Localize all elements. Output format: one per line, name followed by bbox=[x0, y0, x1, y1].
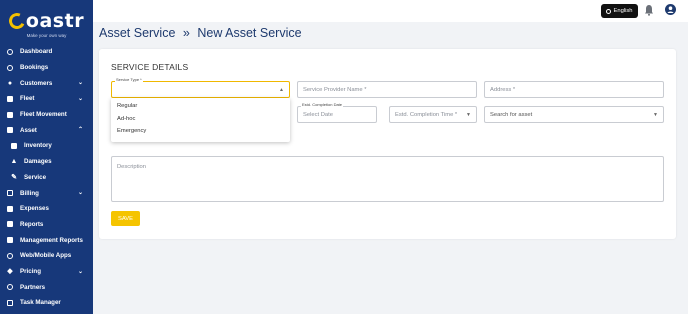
sidebar-item-label: Service bbox=[24, 173, 47, 181]
service-type-select[interactable]: ▲ bbox=[111, 81, 290, 98]
completion-date-placeholder: Select Date bbox=[303, 111, 333, 118]
sidebar-item-label: Damages bbox=[24, 158, 52, 166]
language-button[interactable]: English bbox=[601, 4, 638, 18]
sidebar-item-bookings[interactable]: Bookings bbox=[0, 60, 93, 76]
sidebar-item-label: Asset bbox=[20, 126, 37, 134]
page-title: Asset Service » New Asset Service bbox=[99, 26, 302, 40]
sidebar: oastr Make your own way Dashboard Bookin… bbox=[0, 0, 93, 314]
sidebar-item-label: Expenses bbox=[20, 205, 49, 213]
sidebar-item-damages[interactable]: ▲ Damages bbox=[0, 154, 93, 170]
service-provider-name-input[interactable]: Service Provider Name * bbox=[297, 81, 477, 98]
sidebar-item-label: Fleet bbox=[20, 95, 35, 103]
globe-icon bbox=[606, 8, 612, 14]
completion-time-select[interactable]: Estd. Completion Time * ▼ bbox=[389, 106, 477, 123]
sidebar-item-label: Dashboard bbox=[20, 48, 53, 56]
partners-icon bbox=[6, 283, 14, 291]
sidebar-item-label: Management Reports bbox=[20, 236, 83, 244]
service-type-label: Service Type * bbox=[115, 77, 143, 82]
sidebar-item-label: Partners bbox=[20, 283, 46, 291]
sidebar-item-label: Web/Mobile Apps bbox=[20, 252, 72, 260]
sidebar-item-partners[interactable]: Partners bbox=[0, 279, 93, 295]
sidebar-item-label: Inventory bbox=[24, 142, 52, 150]
option-emergency[interactable]: Emergency bbox=[111, 125, 290, 138]
chevron-down-icon: ⌄ bbox=[77, 96, 83, 103]
completion-time-placeholder: Estd. Completion Time * bbox=[395, 111, 458, 118]
description-placeholder: Description bbox=[117, 164, 146, 170]
chevron-up-icon: ⌃ bbox=[77, 127, 83, 134]
description-textarea[interactable]: Description bbox=[111, 156, 664, 202]
service-type-dropdown: Regular Ad-hoc Emergency bbox=[111, 98, 290, 142]
sidebar-item-label: Reports bbox=[20, 220, 44, 228]
sidebar-item-dashboard[interactable]: Dashboard bbox=[0, 44, 93, 60]
breadcrumb-parent[interactable]: Asset Service bbox=[99, 26, 175, 40]
brand-logo[interactable]: oastr Make your own way bbox=[0, 0, 93, 44]
fleet-movement-icon bbox=[6, 111, 14, 119]
address-placeholder: Address * bbox=[490, 86, 516, 93]
save-button[interactable]: SAVE bbox=[111, 211, 140, 226]
completion-date-input[interactable]: Select Date bbox=[297, 106, 377, 123]
sidebar-item-label: Task Manager bbox=[20, 299, 61, 307]
customers-icon: ● bbox=[7, 79, 13, 87]
inventory-icon bbox=[10, 142, 18, 150]
breadcrumb-separator: » bbox=[182, 26, 190, 40]
billing-icon bbox=[6, 189, 14, 197]
asset-icon bbox=[6, 126, 14, 134]
sidebar-item-customers[interactable]: ● Customers ⌄ bbox=[0, 75, 93, 91]
sidebar-item-label: Bookings bbox=[20, 64, 49, 72]
service-provider-name-placeholder: Service Provider Name * bbox=[303, 86, 367, 93]
task-manager-icon bbox=[6, 299, 14, 307]
management-reports-icon bbox=[6, 236, 14, 244]
section-title: SERVICE DETAILS bbox=[111, 62, 189, 72]
caret-down-icon: ▲ bbox=[279, 86, 284, 93]
caret-down-icon: ▼ bbox=[466, 111, 471, 118]
brand-tagline: Make your own way bbox=[26, 33, 67, 38]
fleet-icon bbox=[6, 95, 14, 103]
form-card bbox=[99, 49, 676, 239]
chevron-down-icon: ⌄ bbox=[77, 190, 83, 197]
sidebar-item-service[interactable]: ✎ Service bbox=[0, 170, 93, 186]
dashboard-icon bbox=[6, 48, 14, 56]
sidebar-item-label: Pricing bbox=[20, 267, 41, 275]
reports-icon bbox=[6, 220, 14, 228]
sidebar-item-pricing[interactable]: ◆ Pricing ⌄ bbox=[0, 264, 93, 280]
sidebar-item-management-reports[interactable]: Management Reports bbox=[0, 232, 93, 248]
brand-name: oastr bbox=[25, 10, 85, 32]
option-ad-hoc[interactable]: Ad-hoc bbox=[111, 113, 290, 126]
language-label: English bbox=[613, 8, 633, 14]
sidebar-item-billing[interactable]: Billing ⌄ bbox=[0, 185, 93, 201]
top-bar bbox=[93, 0, 688, 22]
breadcrumb-current: New Asset Service bbox=[197, 26, 302, 40]
option-regular[interactable]: Regular bbox=[111, 100, 290, 113]
asset-search-select[interactable]: Search for asset ▼ bbox=[484, 106, 664, 123]
damages-icon: ▲ bbox=[10, 158, 18, 166]
sidebar-item-fleet[interactable]: Fleet ⌄ bbox=[0, 91, 93, 107]
sidebar-item-task-manager[interactable]: Task Manager bbox=[0, 295, 93, 311]
logo-c-icon bbox=[6, 10, 28, 32]
bell-icon[interactable] bbox=[644, 4, 654, 16]
sidebar-item-expenses[interactable]: Expenses bbox=[0, 201, 93, 217]
bookings-icon bbox=[6, 64, 14, 72]
user-avatar-icon[interactable] bbox=[665, 4, 676, 15]
sidebar-item-fleet-movement[interactable]: Fleet Movement bbox=[0, 107, 93, 123]
sidebar-item-label: Billing bbox=[20, 189, 39, 197]
chevron-down-icon: ⌄ bbox=[77, 268, 83, 275]
sidebar-item-inventory[interactable]: Inventory bbox=[0, 138, 93, 154]
sidebar-item-label: Customers bbox=[20, 79, 53, 87]
pricing-icon: ◆ bbox=[7, 267, 13, 275]
sidebar-item-reports[interactable]: Reports bbox=[0, 217, 93, 233]
completion-date-label: Estd. Completion Date bbox=[301, 102, 344, 107]
sidebar-item-asset[interactable]: Asset ⌃ bbox=[0, 122, 93, 138]
expenses-icon bbox=[6, 205, 14, 213]
address-input[interactable]: Address * bbox=[484, 81, 664, 98]
sidebar-item-label: Fleet Movement bbox=[20, 111, 67, 119]
caret-down-icon: ▼ bbox=[653, 111, 658, 118]
sidebar-nav: Dashboard Bookings ● Customers ⌄ Fleet ⌄… bbox=[0, 44, 93, 311]
asset-search-placeholder: Search for asset bbox=[490, 111, 533, 118]
sidebar-item-web-mobile-apps[interactable]: Web/Mobile Apps bbox=[0, 248, 93, 264]
service-icon: ✎ bbox=[11, 173, 17, 181]
globe-icon bbox=[6, 252, 14, 260]
chevron-down-icon: ⌄ bbox=[77, 80, 83, 87]
